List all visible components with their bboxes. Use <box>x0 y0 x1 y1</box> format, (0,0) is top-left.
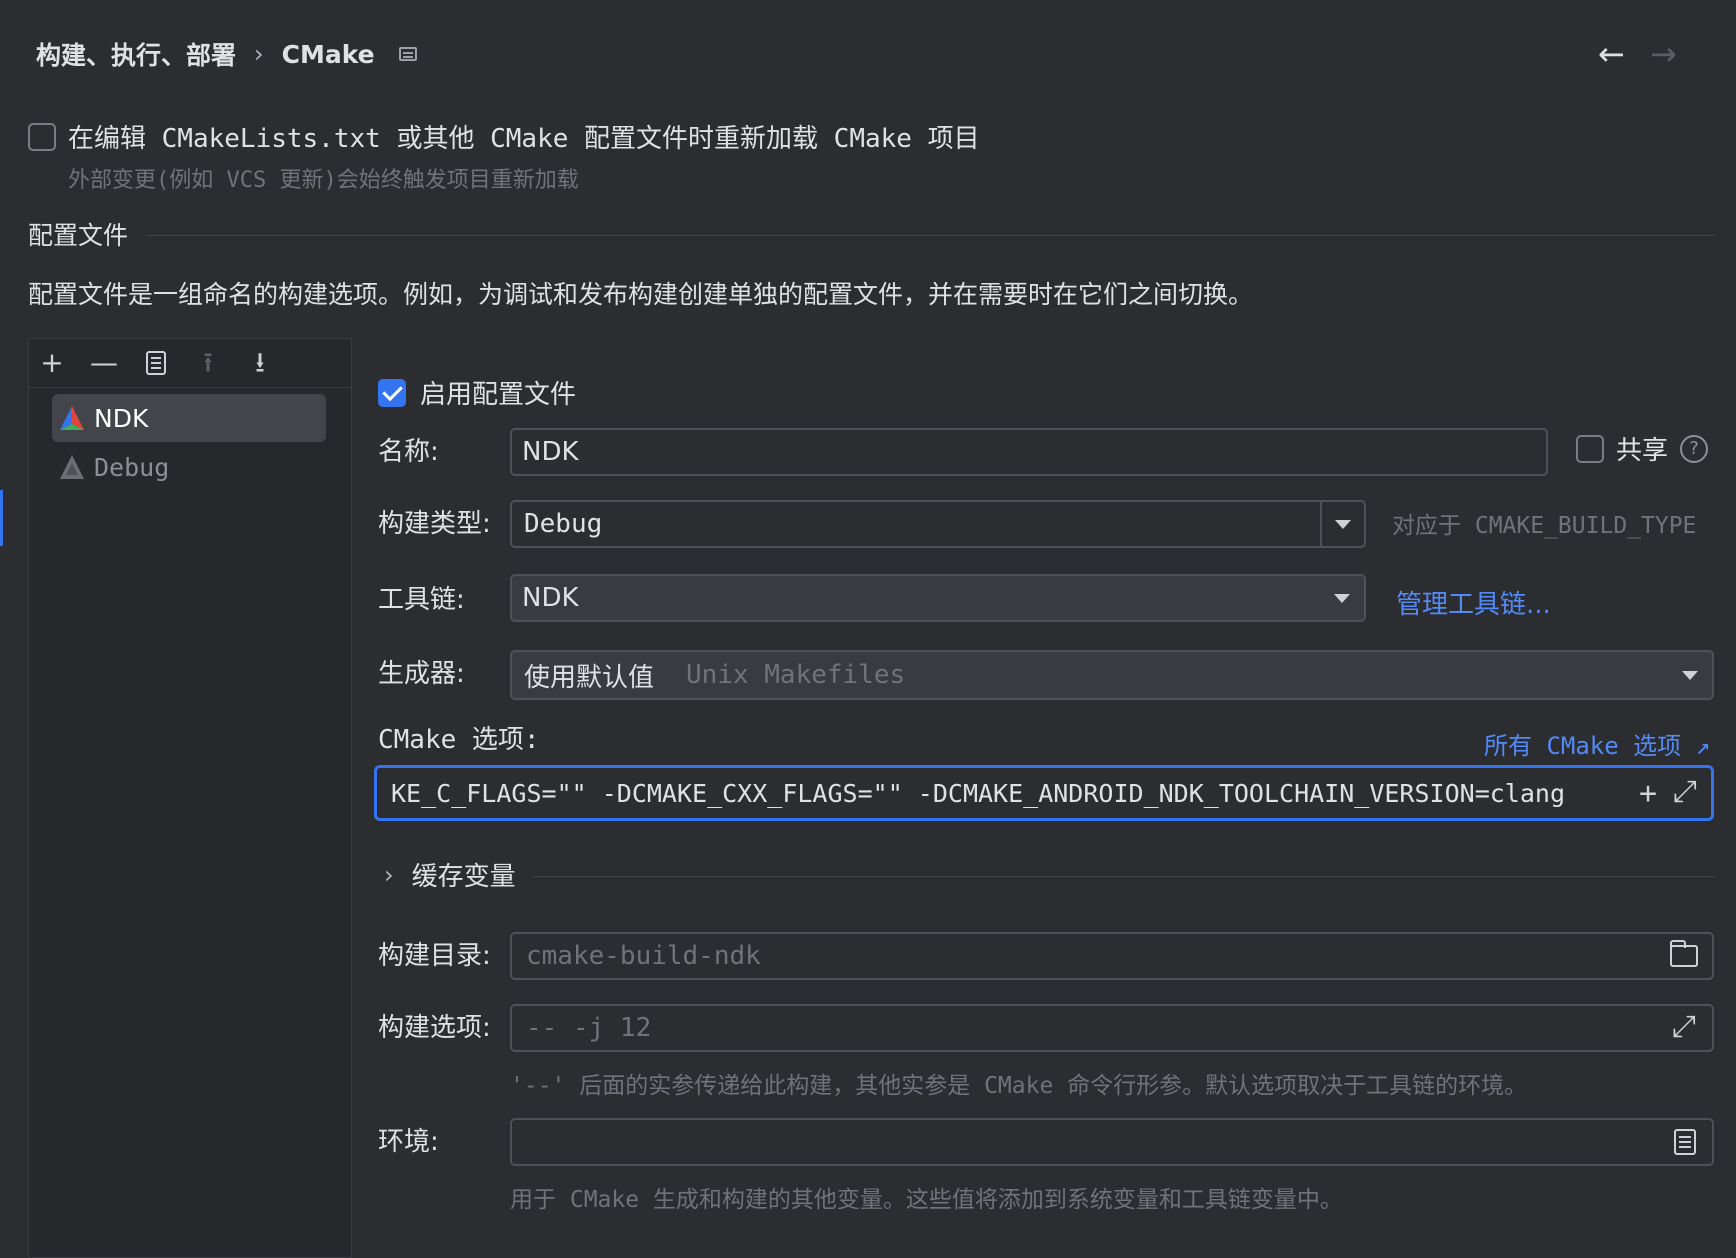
name-value: NDK <box>522 437 579 467</box>
build-dir-label: 构建目录: <box>378 941 491 971</box>
build-dir-placeholder: cmake-build-ndk <box>526 941 761 971</box>
toolchain-select[interactable]: NDK <box>510 574 1366 622</box>
enable-profile-checkbox[interactable] <box>378 378 406 407</box>
environment-hint: 用于 CMake 生成和构建的其他变量。这些值将添加到系统变量和工具链变量中。 <box>510 1187 1343 1213</box>
profile-item-ndk[interactable]: NDK <box>52 394 326 442</box>
build-dir-input[interactable]: cmake-build-ndk <box>510 932 1714 980</box>
profile-label: NDK <box>94 403 149 433</box>
build-options-hint: '--' 后面的实参传递给此构建，其他实参是 CMake 命令行形参。默认选项取… <box>510 1073 1528 1099</box>
enable-profile-label: 启用配置文件 <box>420 380 577 410</box>
edit-env-icon[interactable] <box>1674 1129 1696 1155</box>
breadcrumb-separator: › <box>254 40 264 68</box>
profile-item-debug[interactable]: Debug <box>52 443 326 491</box>
generator-value: 使用默认值 <box>524 662 655 693</box>
cmake-options-value: KE_C_FLAGS="" -DCMAKE_CXX_FLAGS="" -DCMA… <box>391 778 1565 808</box>
cmake-logo-icon <box>60 455 84 479</box>
reload-checkbox[interactable] <box>28 122 56 151</box>
add-profile-icon[interactable]: + <box>38 348 66 377</box>
share-label: 共享 <box>1616 436 1669 466</box>
breadcrumb-current: CMake <box>281 39 375 69</box>
environment-label: 环境: <box>378 1127 439 1157</box>
section-title-profiles: 配置文件 <box>28 221 129 250</box>
remove-profile-icon[interactable]: — <box>90 348 118 377</box>
share-checkbox[interactable] <box>1576 434 1604 463</box>
reload-on-edit-option[interactable]: 在编辑 CMakeLists.txt 或其他 CMake 配置文件时重新加载 C… <box>28 118 980 155</box>
cmake-options-label: CMake 选项: <box>378 725 540 755</box>
build-type-hint: 对应于 CMAKE_BUILD_TYPE <box>1392 513 1697 539</box>
build-type-label: 构建类型: <box>378 509 491 539</box>
build-options-input[interactable]: -- -j 12 <box>510 1004 1714 1052</box>
copy-profile-icon[interactable] <box>142 349 170 377</box>
move-down-icon[interactable]: ⭳ <box>246 348 274 377</box>
profiles-toolbar: + — ⭱ ⭳ <box>28 338 352 388</box>
cache-divider <box>534 876 1714 877</box>
reload-label: 在编辑 CMakeLists.txt 或其他 CMake 配置文件时重新加载 C… <box>68 124 980 154</box>
profiles-description: 配置文件是一组命名的构建选项。例如，为调试和发布构建创建单独的配置文件，并在需要… <box>28 280 1254 309</box>
cmake-logo-icon <box>60 406 84 430</box>
manage-toolchains-link[interactable]: 管理工具链... <box>1396 584 1551 621</box>
add-option-icon[interactable]: + <box>1639 776 1657 811</box>
window-icon[interactable] <box>398 47 417 61</box>
forward-arrow-icon[interactable]: → <box>1650 34 1677 74</box>
toolchain-value: NDK <box>522 583 579 613</box>
name-label: 名称: <box>378 437 439 467</box>
generator-select[interactable]: 使用默认值 Unix Makefiles <box>510 650 1714 700</box>
chevron-down-icon <box>1334 593 1350 603</box>
chevron-down-icon <box>1335 519 1351 529</box>
folder-icon[interactable] <box>1670 940 1698 967</box>
back-arrow-icon[interactable]: ← <box>1598 34 1625 74</box>
build-options-label: 构建选项: <box>378 1013 491 1043</box>
build-type-value: Debug <box>524 509 603 539</box>
cache-variables-toggle[interactable]: › 缓存变量 <box>384 856 516 893</box>
cmake-options-input[interactable]: KE_C_FLAGS="" -DCMAKE_CXX_FLAGS="" -DCMA… <box>374 765 1714 821</box>
left-edge-marker <box>0 490 3 546</box>
generator-default: Unix Makefiles <box>686 660 906 690</box>
profile-label: Debug <box>94 452 170 482</box>
all-cmake-options-link[interactable]: 所有 CMake 选项 ↗ <box>1484 726 1710 761</box>
generator-label: 生成器: <box>378 659 465 689</box>
move-up-icon[interactable]: ⭱ <box>194 348 222 377</box>
breadcrumb: 构建、执行、部署 › CMake <box>36 36 417 72</box>
share-option[interactable]: 共享 ? <box>1576 430 1709 467</box>
toolchain-label: 工具链: <box>378 585 465 615</box>
environment-input[interactable] <box>510 1118 1714 1166</box>
section-divider <box>146 235 1714 236</box>
enable-profile-option[interactable]: 启用配置文件 <box>378 374 576 411</box>
help-icon[interactable]: ? <box>1680 434 1709 463</box>
expand-icon[interactable] <box>1672 1009 1698 1044</box>
breadcrumb-parent[interactable]: 构建、执行、部署 <box>36 36 236 72</box>
chevron-down-icon <box>1682 670 1698 680</box>
reload-hint: 外部变更(例如 VCS 更新)会始终触发项目重新加载 <box>68 168 579 193</box>
build-options-placeholder: -- -j 12 <box>526 1013 652 1043</box>
name-field[interactable]: NDK <box>510 428 1548 476</box>
build-type-combobox[interactable]: Debug <box>510 500 1366 548</box>
expand-icon[interactable] <box>1673 774 1699 809</box>
build-type-dropdown-arrow[interactable] <box>1320 502 1364 546</box>
chevron-right-icon: › <box>384 860 394 889</box>
cache-variables-label: 缓存变量 <box>411 862 516 892</box>
